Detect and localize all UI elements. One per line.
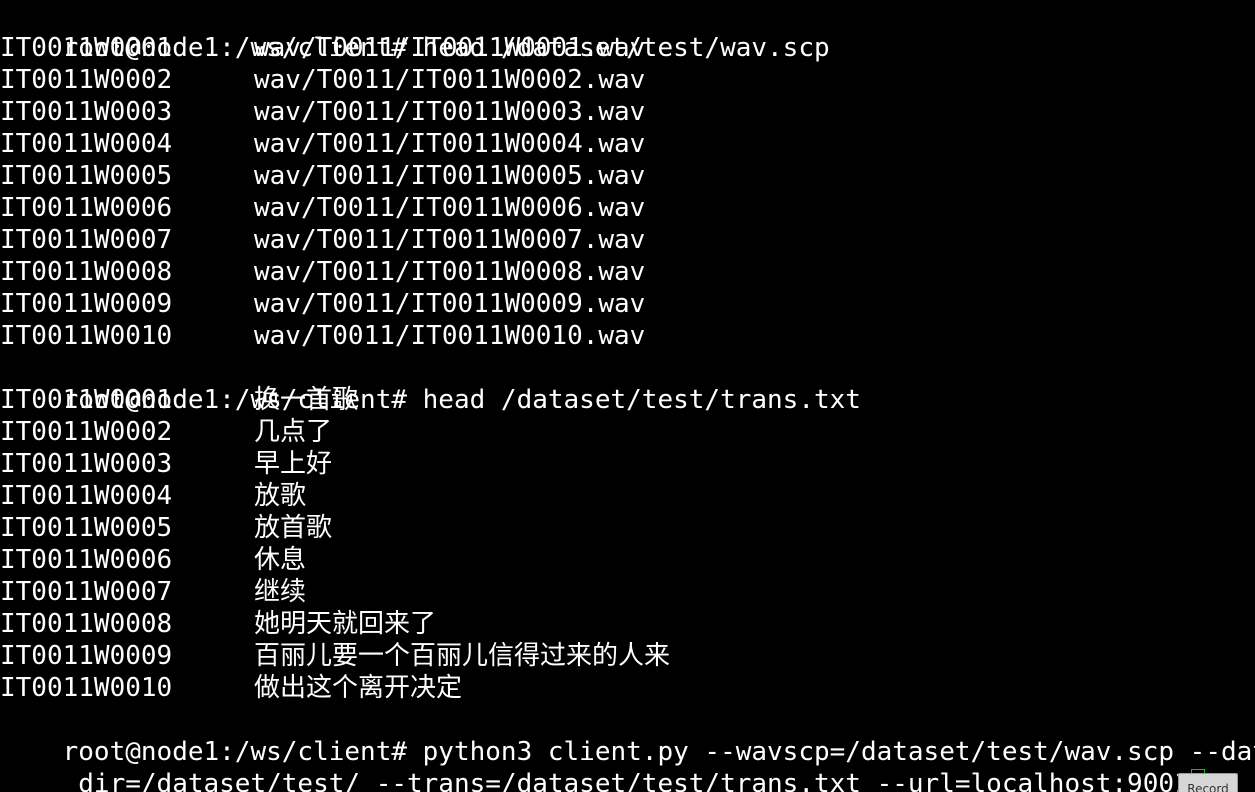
wav-path: wav/T0011/IT0011W0003.wav bbox=[254, 97, 646, 127]
utterance-id: IT0011W0001 bbox=[0, 385, 173, 415]
transcript-text: 做出这个离开决定 bbox=[254, 673, 463, 703]
transcript-text: 早上好 bbox=[254, 449, 333, 479]
transcript-text: 百丽儿要一个百丽儿信得过来的人来 bbox=[254, 641, 671, 671]
terminal-window[interactable]: root@node1:/ws/client# head /dataset/tes… bbox=[0, 0, 1255, 792]
utterance-id: IT0011W0010 bbox=[0, 321, 173, 351]
command-line: root@node1:/ws/client# python3 client.py… bbox=[0, 704, 1255, 767]
command-text: head /dataset/test/trans.txt bbox=[407, 385, 861, 415]
utterance-id: IT0011W0003 bbox=[0, 449, 173, 479]
utterance-id: IT0011W0008 bbox=[0, 609, 173, 639]
wav-path: wav/T0011/IT0011W0002.wav bbox=[254, 65, 646, 95]
utterance-id: IT0011W0008 bbox=[0, 257, 173, 287]
utterance-id: IT0011W0005 bbox=[0, 513, 173, 543]
record-button[interactable]: Record bbox=[1178, 773, 1238, 792]
transcript-text: 放歌 bbox=[254, 481, 307, 511]
utterance-id: IT0011W0010 bbox=[0, 673, 173, 703]
transcript-text: 换一首歌 bbox=[254, 385, 359, 415]
utterance-id: IT0011W0006 bbox=[0, 193, 173, 223]
wav-path: wav/T0011/IT0011W0004.wav bbox=[254, 129, 646, 159]
wav-path: wav/T0011/IT0011W0001.wav bbox=[254, 33, 646, 63]
utterance-id: IT0011W0007 bbox=[0, 225, 173, 255]
transcript-text: 她明天就回来了 bbox=[254, 609, 437, 639]
wav-path: wav/T0011/IT0011W0010.wav bbox=[254, 321, 646, 351]
utterance-id: IT0011W0009 bbox=[0, 289, 173, 319]
utterance-id: IT0011W0005 bbox=[0, 161, 173, 191]
utterance-id: IT0011W0007 bbox=[0, 577, 173, 607]
wav-path: wav/T0011/IT0011W0005.wav bbox=[254, 161, 646, 191]
wav-path: wav/T0011/IT0011W0009.wav bbox=[254, 289, 646, 319]
wav-path: wav/T0011/IT0011W0007.wav bbox=[254, 225, 646, 255]
utterance-id: IT0011W0004 bbox=[0, 129, 173, 159]
wav-path: wav/T0011/IT0011W0006.wav bbox=[254, 193, 646, 223]
utterance-id: IT0011W0006 bbox=[0, 545, 173, 575]
transcript-text: 休息 bbox=[254, 545, 307, 575]
command-line: root@node1:/ws/client# head /dataset/tes… bbox=[0, 352, 861, 415]
utterance-id: IT0011W0004 bbox=[0, 481, 173, 511]
utterance-id: IT0011W0002 bbox=[0, 65, 173, 95]
transcript-text: 放首歌 bbox=[254, 513, 333, 543]
utterance-id: IT0011W0002 bbox=[0, 417, 173, 447]
command-text-continuation: _dir=/dataset/test/ --trans=/dataset/tes… bbox=[62, 769, 1190, 792]
utterance-id: IT0011W0003 bbox=[0, 97, 173, 127]
transcript-text: 继续 bbox=[254, 577, 307, 607]
command-line: root@node1:/ws/client# head /dataset/tes… bbox=[0, 0, 830, 63]
utterance-id: IT0011W0009 bbox=[0, 641, 173, 671]
wav-path: wav/T0011/IT0011W0008.wav bbox=[254, 257, 646, 287]
transcript-text: 几点了 bbox=[254, 417, 333, 447]
command-line-wrapped[interactable]: _dir=/dataset/test/ --trans=/dataset/tes… bbox=[0, 736, 1205, 792]
utterance-id: IT0011W0001 bbox=[0, 33, 173, 63]
